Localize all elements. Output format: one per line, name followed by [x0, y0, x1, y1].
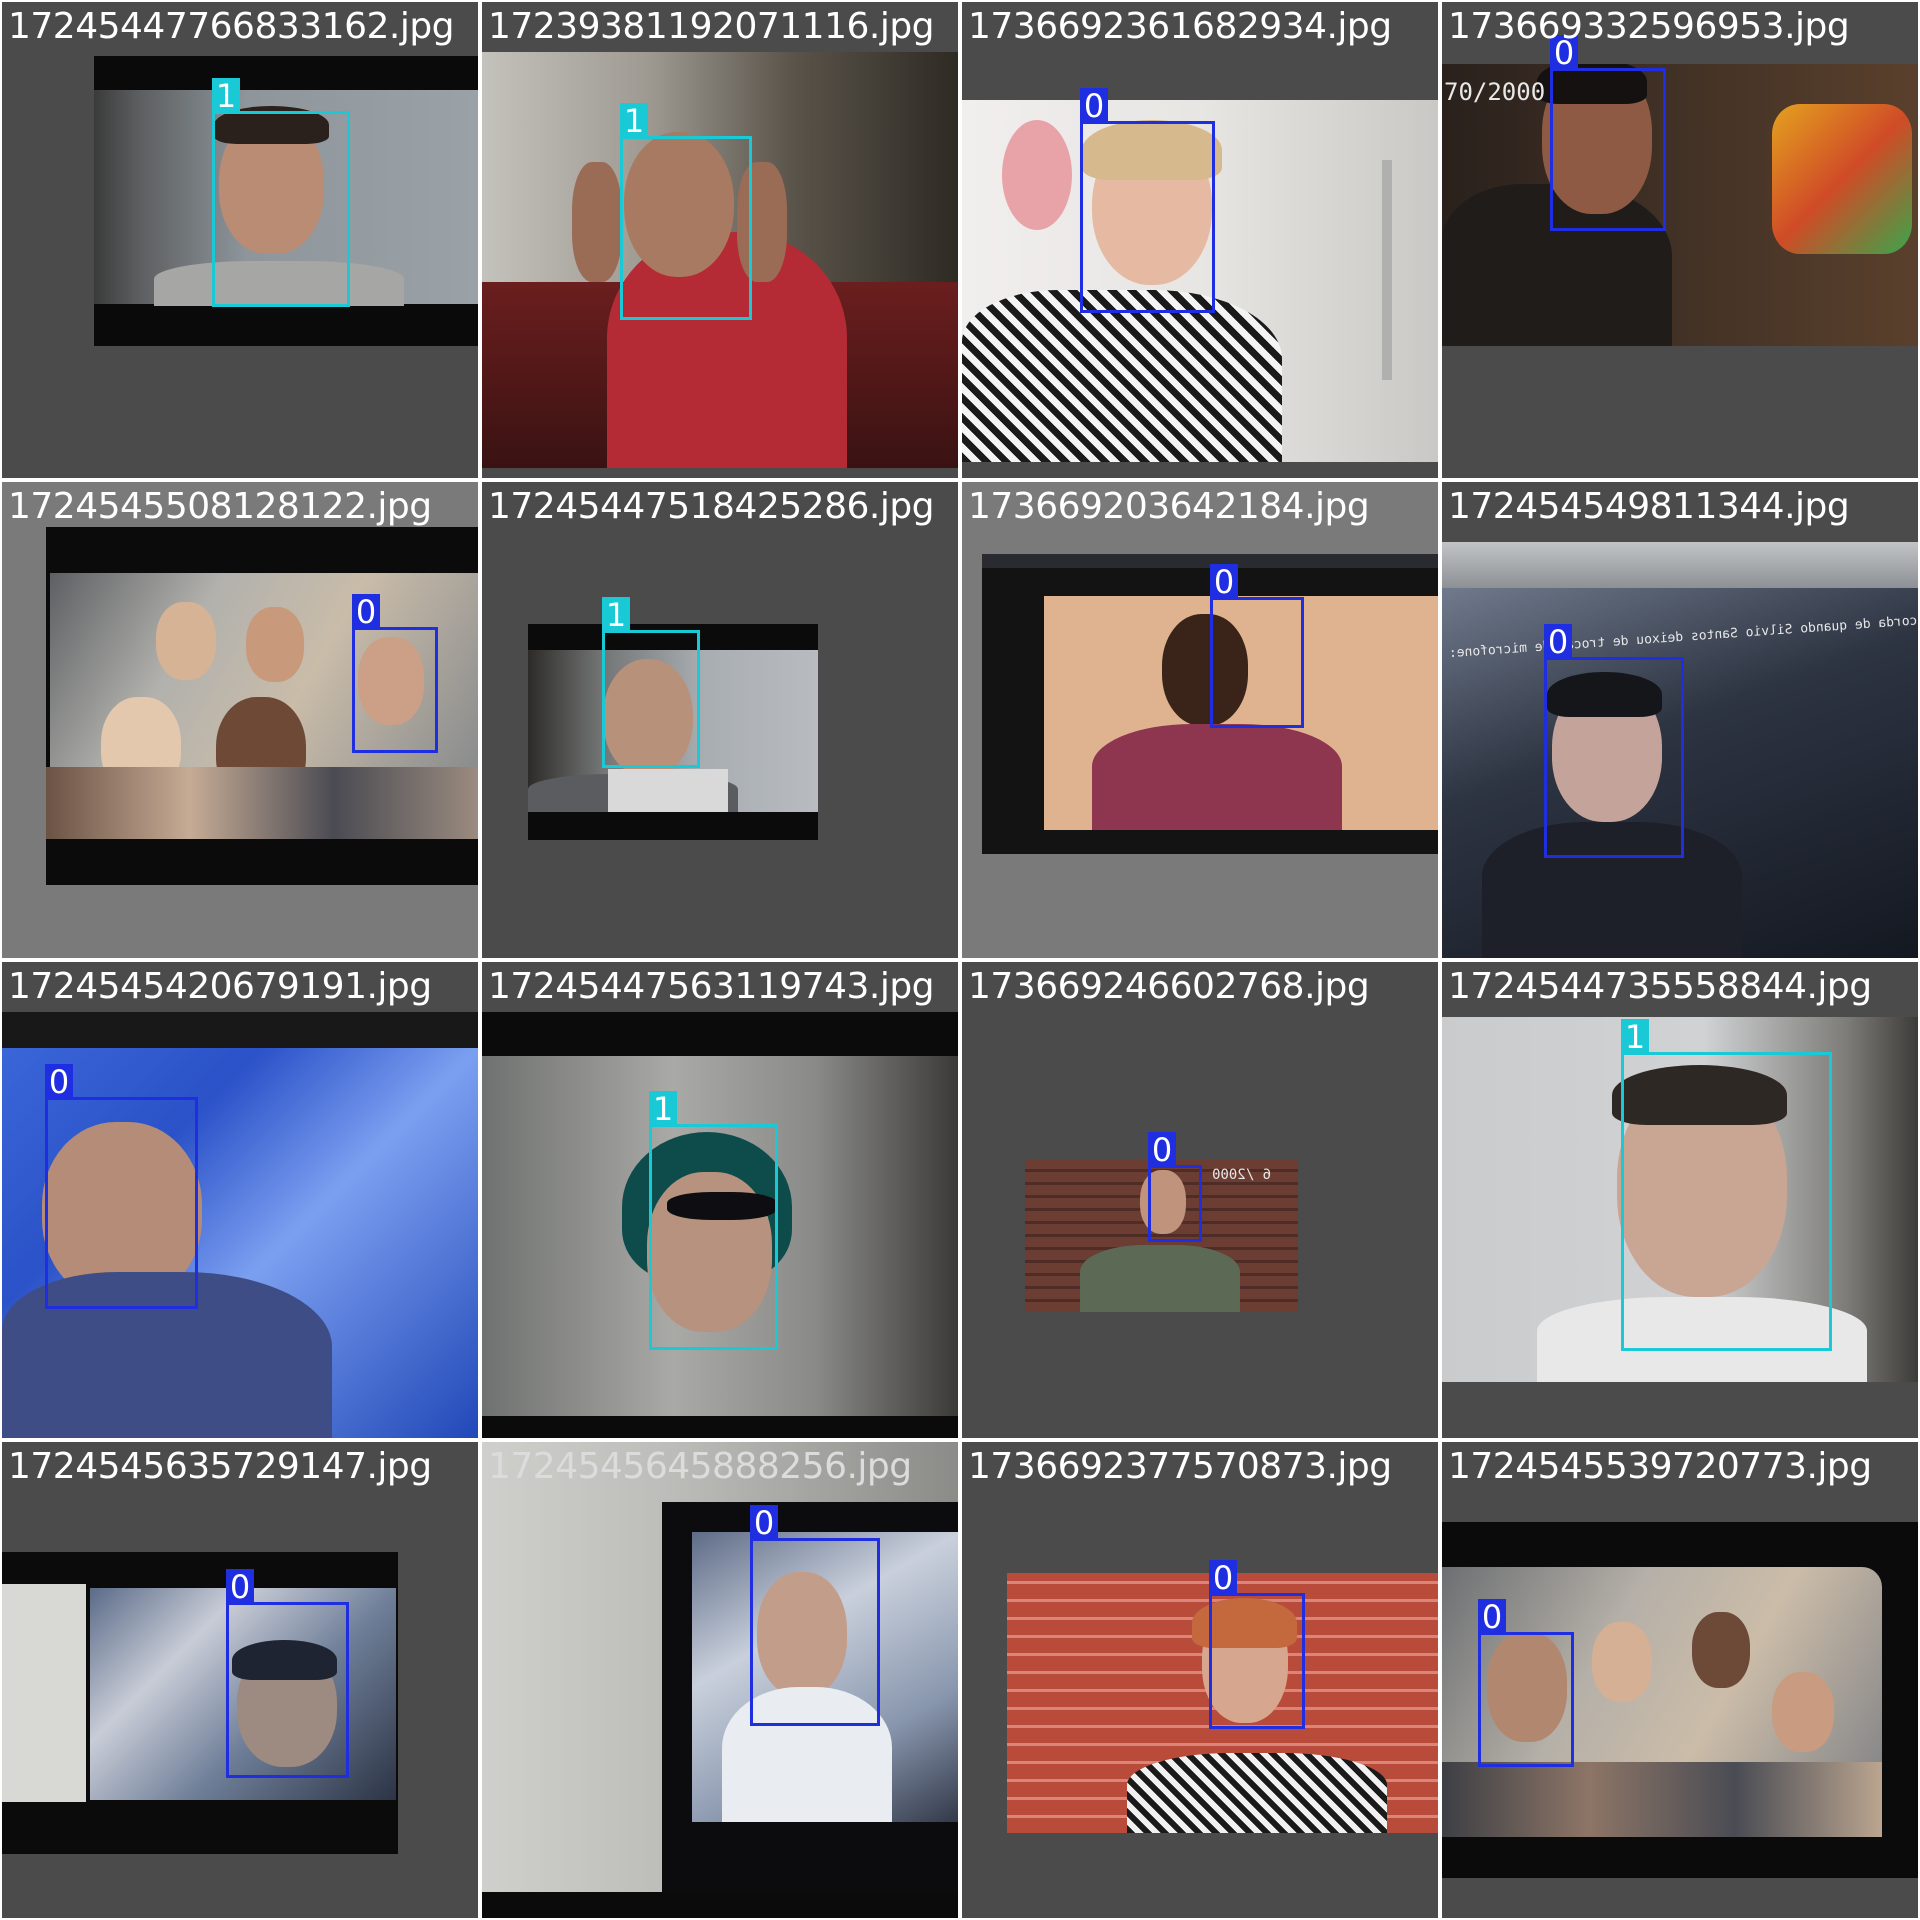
image-tile[interactable]: 173669246602768.jpg 6 /2000 0: [962, 962, 1438, 1438]
class-label: 1: [649, 1091, 677, 1127]
tile-filename: 1724545635729147.jpg: [8, 1446, 432, 1487]
image-tile[interactable]: 1724544735558844.jpg 1: [1442, 962, 1918, 1438]
class-label: 1: [1621, 1019, 1649, 1055]
class-label: 1: [620, 103, 648, 139]
image-tile[interactable]: 1724545635729147.jpg 0: [2, 1442, 478, 1918]
face-bbox[interactable]: 0: [226, 1569, 349, 1778]
tile-filename: 17239381192071116.jpg: [488, 6, 935, 47]
image-tile[interactable]: 172454549811344.jpg corda de quando Silv…: [1442, 482, 1918, 958]
image-tile[interactable]: 1736692377570873.jpg 0: [962, 1442, 1438, 1918]
tile-filename: 1724545508128122.jpg: [8, 486, 432, 527]
image-tile[interactable]: 17239381192071116.jpg 1: [482, 2, 958, 478]
photo: [482, 1442, 958, 1918]
class-label: 0: [226, 1569, 254, 1605]
tile-filename: 17245447518425286.jpg: [488, 486, 935, 527]
class-label: 0: [1148, 1132, 1176, 1168]
tile-filename: 1736692361682934.jpg: [968, 6, 1392, 47]
tile-filename: 1724545420679191.jpg: [8, 966, 432, 1007]
class-label: 0: [1478, 1599, 1506, 1635]
class-label: 0: [352, 594, 380, 630]
face-bbox[interactable]: 0: [1080, 88, 1215, 313]
tile-filename: 1724544735558844.jpg: [1448, 966, 1872, 1007]
tile-filename: 173669246602768.jpg: [968, 966, 1370, 1007]
face-bbox[interactable]: 1: [1621, 1019, 1832, 1351]
mosaic-grid: 17245447766833162.jpg 1 1723938119207111…: [0, 0, 1920, 1920]
class-label: 0: [45, 1064, 73, 1100]
face-bbox[interactable]: 0: [750, 1505, 880, 1726]
image-tile[interactable]: 173669332596953.jpg 70/2000 0: [1442, 2, 1918, 478]
video-counter: 70/2000: [1444, 78, 1546, 106]
tile-filename: 17245447766833162.jpg: [8, 6, 455, 47]
image-tile[interactable]: 173669203642184.jpg 0: [962, 482, 1438, 958]
photo: [1442, 64, 1918, 346]
class-label: 1: [602, 597, 630, 633]
image-tile[interactable]: 17245447563119743.jpg 1: [482, 962, 958, 1438]
video-counter: 6 /2000: [1212, 1167, 1272, 1183]
class-label: 0: [1080, 88, 1108, 124]
face-bbox[interactable]: 0: [352, 594, 438, 753]
tile-filename: 17245447563119743.jpg: [488, 966, 935, 1007]
class-label: 0: [1209, 1560, 1237, 1596]
tile-filename: 173669332596953.jpg: [1448, 6, 1850, 47]
tile-filename: 1724545539720773.jpg: [1448, 1446, 1872, 1487]
class-label: 1: [212, 78, 240, 114]
tile-filename: 172454549811344.jpg: [1448, 486, 1850, 527]
image-tile[interactable]: 1724545539720773.jpg 0: [1442, 1442, 1918, 1918]
face-bbox[interactable]: 0: [1210, 564, 1304, 728]
image-tile[interactable]: 1724545420679191.jpg 0: [2, 962, 478, 1438]
face-bbox[interactable]: 0: [1544, 624, 1684, 858]
face-bbox[interactable]: 1: [212, 78, 350, 307]
tile-filename: 173669203642184.jpg: [968, 486, 1370, 527]
image-tile[interactable]: 1724545645888256.jpg 0: [482, 1442, 958, 1918]
class-label: 0: [750, 1505, 778, 1541]
face-bbox[interactable]: 0: [45, 1064, 198, 1309]
face-bbox[interactable]: 0: [1209, 1560, 1305, 1729]
class-label: 0: [1210, 564, 1238, 600]
face-bbox[interactable]: 0: [1148, 1132, 1202, 1242]
tile-filename: 1724545645888256.jpg: [488, 1446, 912, 1487]
class-label: 0: [1544, 624, 1572, 660]
face-bbox[interactable]: 1: [620, 103, 752, 320]
image-tile[interactable]: 1736692361682934.jpg 0: [962, 2, 1438, 478]
tile-filename: 1736692377570873.jpg: [968, 1446, 1392, 1487]
face-bbox[interactable]: 1: [602, 597, 700, 768]
face-bbox[interactable]: 0: [1478, 1599, 1574, 1767]
face-bbox[interactable]: 1: [649, 1091, 778, 1350]
image-tile[interactable]: 17245447518425286.jpg 1: [482, 482, 958, 958]
image-tile[interactable]: 1724545508128122.jpg 0: [2, 482, 478, 958]
face-bbox[interactable]: 0: [1550, 35, 1666, 231]
image-tile[interactable]: 17245447766833162.jpg 1: [2, 2, 478, 478]
